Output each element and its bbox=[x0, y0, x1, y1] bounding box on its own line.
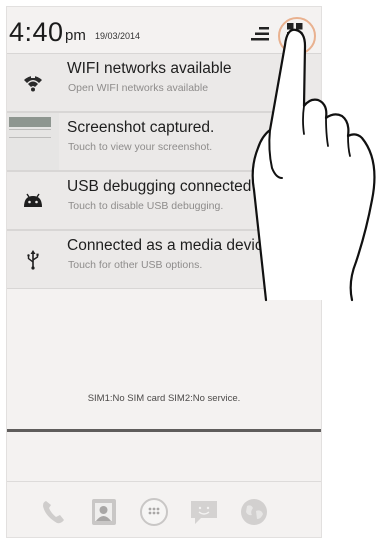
screenshot-thumbnail bbox=[7, 113, 59, 170]
notification-subtitle: Touch for other USB options. bbox=[68, 259, 203, 271]
notification-title: USB debugging connected bbox=[67, 178, 252, 195]
app-dock bbox=[7, 485, 321, 535]
clock-date: 19/03/2014 bbox=[95, 31, 141, 41]
notification-subtitle: Open WIFI networks available bbox=[68, 82, 209, 94]
notification-wifi[interactable]: WIFI networks available Open WIFI networ… bbox=[7, 53, 321, 112]
app-drawer-icon[interactable] bbox=[137, 495, 171, 529]
notification-title: Connected as a media device bbox=[67, 237, 272, 254]
phone-icon[interactable] bbox=[37, 495, 71, 529]
notification-title: Screenshot captured. bbox=[67, 119, 215, 136]
clock-ampm: pm bbox=[65, 27, 86, 44]
notification-subtitle: Touch to view your screenshot. bbox=[68, 141, 213, 153]
notification-screenshot[interactable]: Screenshot captured. Touch to view your … bbox=[7, 112, 321, 171]
sim-status-text: SIM1:No SIM card SIM2:No service. bbox=[87, 393, 241, 404]
messaging-icon[interactable] bbox=[187, 495, 221, 529]
wifi-icon bbox=[7, 54, 59, 111]
notification-usb-debugging[interactable]: USB debugging connected Touch to disable… bbox=[7, 171, 321, 230]
notification-media-device[interactable]: Connected as a media device Touch for ot… bbox=[7, 230, 321, 289]
usb-icon bbox=[7, 231, 59, 288]
clock-time: 4:40 bbox=[9, 17, 64, 47]
phone-screen: 4:40 pm 19/03/2014 WIFI networks availab… bbox=[6, 6, 322, 538]
browser-icon[interactable] bbox=[237, 495, 271, 529]
contacts-icon[interactable] bbox=[87, 495, 121, 529]
dock-divider bbox=[7, 481, 321, 482]
notification-subtitle: Touch to disable USB debugging. bbox=[68, 200, 224, 212]
tap-highlight-ring bbox=[278, 17, 316, 55]
notification-title: WIFI networks available bbox=[67, 60, 232, 77]
clear-notifications-icon[interactable] bbox=[251, 27, 269, 41]
status-bar: 4:40 pm 19/03/2014 bbox=[7, 7, 321, 55]
notification-shade-handle[interactable] bbox=[7, 429, 321, 432]
android-icon bbox=[7, 172, 59, 229]
